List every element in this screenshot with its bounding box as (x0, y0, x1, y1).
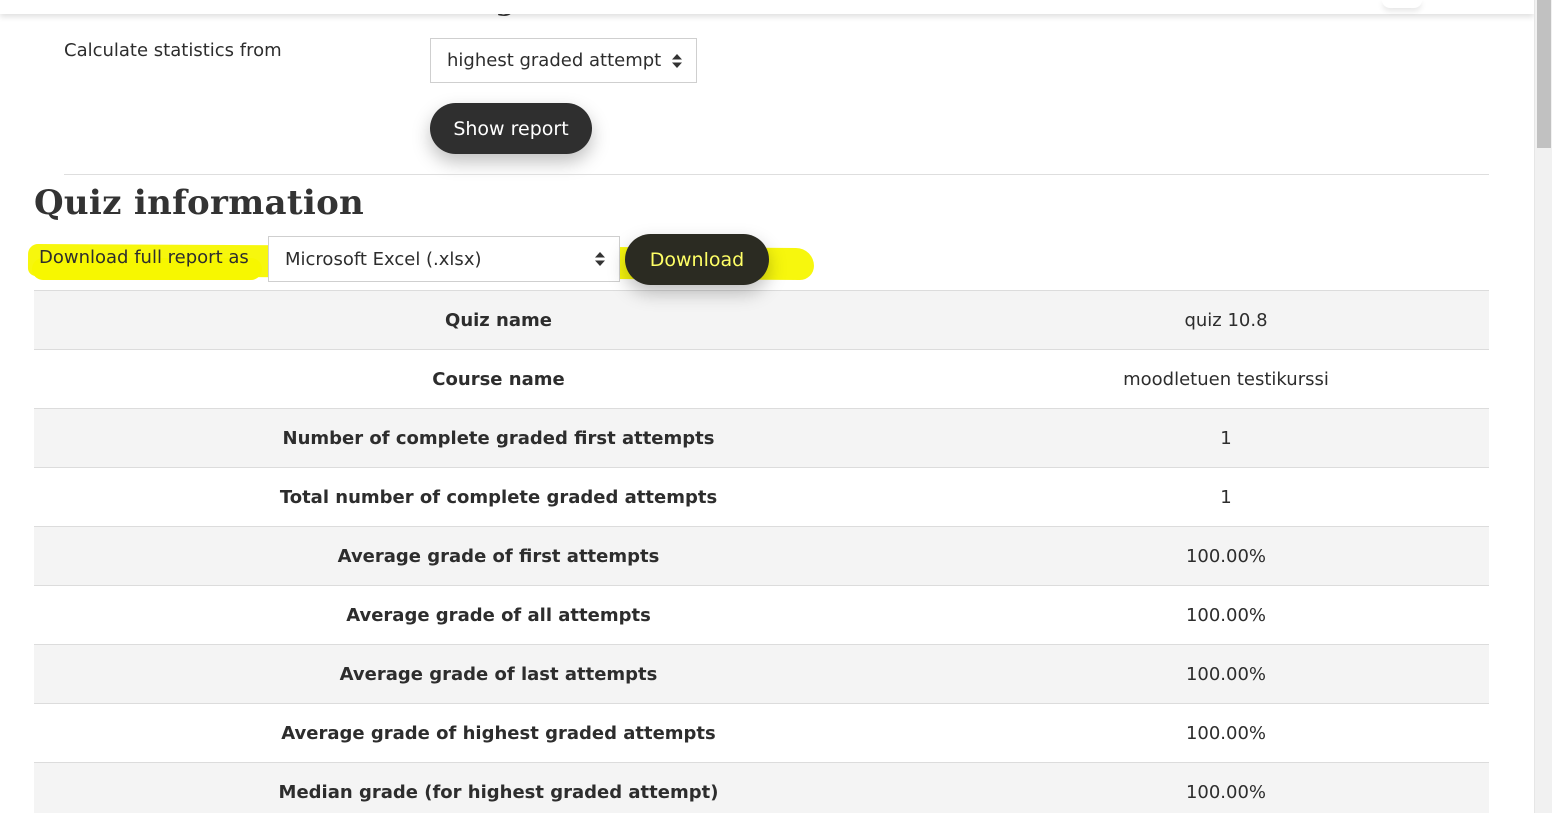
row-value: 1 (1220, 486, 1232, 508)
section-divider (64, 174, 1489, 175)
calculate-from-label: Calculate statistics from (64, 40, 282, 61)
row-label: Course name (432, 368, 565, 390)
table-row: Median grade (for highest graded attempt… (34, 762, 1489, 813)
download-format-value: Microsoft Excel (.xlsx) (285, 248, 482, 270)
row-label: Average grade of first attempts (337, 545, 660, 567)
row-label: Number of complete graded first attempts (282, 427, 715, 449)
row-label: Quiz name (445, 309, 552, 331)
row-label: Average grade of last attempts (339, 663, 658, 685)
table-row: Average grade of first attempts 100.00% (34, 526, 1489, 586)
download-button[interactable]: Download (625, 234, 769, 285)
sort-arrows-icon (595, 252, 605, 266)
row-value: 100.00% (1185, 604, 1267, 626)
table-row: Number of complete graded first attempts… (34, 408, 1489, 468)
calculate-from-select[interactable]: highest graded attempt (430, 38, 697, 83)
row-value: 100.00% (1185, 545, 1267, 567)
row-value: 100.00% (1185, 663, 1267, 685)
row-value: 1 (1220, 427, 1232, 449)
table-row: Total number of complete graded attempts… (34, 467, 1489, 527)
scrollbar-thumb[interactable] (1537, 0, 1551, 148)
table-row: Quiz name quiz 10.8 (34, 290, 1489, 350)
navbar-avatar-edge[interactable] (1382, 0, 1422, 8)
download-report-label: Download full report as (39, 247, 249, 268)
table-row: Average grade of last attempts 100.00% (34, 644, 1489, 704)
calculate-from-value: highest graded attempt (447, 50, 662, 71)
download-format-select[interactable]: Microsoft Excel (.xlsx) (268, 236, 620, 282)
show-report-button[interactable]: Show report (430, 103, 592, 154)
row-label: Average grade of highest graded attempts (281, 722, 716, 744)
quiz-information-title: Quiz information (34, 183, 365, 223)
row-label: Average grade of all attempts (346, 604, 651, 626)
row-value: 100.00% (1185, 722, 1267, 744)
sort-arrows-icon (672, 53, 682, 68)
table-row: Average grade of all attempts 100.00% (34, 585, 1489, 645)
quiz-info-table: Quiz name quiz 10.8 Course name moodletuen … (34, 290, 1489, 813)
row-value: quiz 10.8 (1184, 309, 1268, 331)
row-label: Total number of complete graded attempts (279, 486, 718, 508)
row-label: Median grade (for highest graded attempt… (278, 781, 719, 803)
row-value: moodletuen testikurssi (1123, 368, 1329, 390)
row-value: 100.00% (1185, 781, 1267, 803)
table-row: Course name moodletuen testikurssi (34, 349, 1489, 409)
top-navbar-edge (0, 0, 1534, 14)
page: Statistics calculation settings Calculat… (0, 0, 1552, 813)
page-scrollbar[interactable] (1534, 0, 1552, 813)
table-row: Average grade of highest graded attempts… (34, 703, 1489, 763)
